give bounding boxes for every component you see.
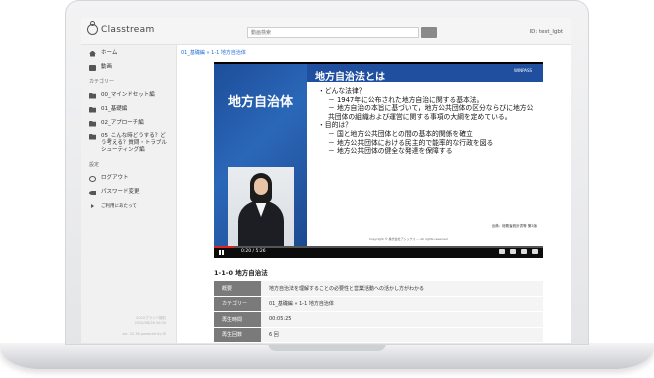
video-player[interactable]: 地方自治体 地方自治法とは WINPASS ・どんな法律？ － 1947年に公布…	[214, 62, 543, 258]
key-icon	[89, 190, 96, 195]
slide-bullet: － 地方公共団体における民主的で能率的な行政を図る	[328, 138, 494, 147]
sidebar-item-video[interactable]: 動画	[81, 64, 176, 71]
top-bar: Classtream ID: test_lgbt	[81, 18, 571, 45]
main-content: 01_基礎編 » 1-1 地方自治体 地方自治体 地方自治法とは WINPASS	[177, 45, 571, 343]
slide-bullet: － 地方公共団体の健全な発達を保障する	[328, 147, 453, 156]
slide-copyright: Copyright © 株式会社アシックス — All rights reser…	[369, 237, 448, 241]
progress-bar[interactable]	[214, 246, 543, 248]
app-window: Classtream ID: test_lgbt ホーム 動画 カテゴリー 00…	[81, 18, 571, 343]
presenter-image	[228, 167, 294, 246]
slide-bullet: － 地方自治の本旨に基づいて，地方公共団体の区分ならびに地方公共団体の組織および…	[328, 104, 534, 121]
settings-icon[interactable]	[510, 249, 516, 254]
arrow-right-icon	[91, 204, 94, 208]
table-row: 再生時間 00:05:25	[214, 311, 543, 328]
fullscreen-icon[interactable]	[532, 249, 538, 254]
table-row: 概要 地方自治法を理解することの必要性と営業活動への活かし方がわかる	[214, 281, 543, 297]
time-display: 0:20 / 5:26	[241, 249, 266, 254]
home-icon	[89, 50, 96, 57]
info-value: 地方自治法を理解することの必要性と営業活動への活かし方がわかる	[261, 281, 543, 297]
video-title: 1-1-0 地方自治法	[214, 269, 268, 277]
sidebar-item-label: ログアウト	[101, 175, 129, 181]
sidebar-category-approach[interactable]: 02_アプローチ編	[81, 120, 176, 127]
search-input[interactable]	[247, 27, 419, 38]
pip-icon[interactable]	[521, 249, 527, 254]
sidebar-item-password[interactable]: パスワード変更	[81, 189, 176, 196]
sidebar-item-label: パスワード変更	[101, 189, 140, 195]
progress-fill	[214, 246, 234, 248]
footer-line: ver. 52.36 powered by IR	[122, 332, 166, 336]
sidebar-category-basics[interactable]: 01_基礎編	[81, 106, 176, 113]
presenter-face	[254, 178, 268, 195]
sidebar-item-label: 00_マインドセット編	[101, 92, 155, 98]
info-key: カテゴリー	[214, 296, 261, 312]
folder-icon	[89, 120, 96, 127]
video-frame: 地方自治体 地方自治法とは WINPASS ・どんな法律？ － 1947年に公布…	[214, 64, 543, 246]
slide-bullet: － 1947年に公布された地方自治に関する基本法。	[328, 95, 484, 104]
folder-icon	[89, 106, 96, 113]
sidebar-item-label: 02_アプローチ編	[101, 120, 144, 126]
video-icon	[89, 64, 96, 71]
user-id: ID: test_lgbt	[529, 29, 563, 35]
settings-heading: 設定	[89, 162, 100, 168]
slide-bullet: ・目的は？	[318, 121, 352, 130]
slide-logo: WINPASS	[514, 68, 533, 73]
breadcrumb-current[interactable]: 1-1 地方自治体	[211, 50, 246, 56]
sidebar-item-label: 01_基礎編	[101, 106, 128, 112]
folder-icon	[89, 133, 96, 140]
sidebar-item-label: ご利用にあたって	[101, 204, 137, 209]
logo[interactable]: Classtream	[87, 21, 155, 35]
info-value: 01_基礎編 » 1-1 地方自治体	[261, 296, 543, 312]
player-icons	[499, 249, 538, 254]
pause-icon[interactable]	[219, 250, 221, 255]
breadcrumb-link[interactable]: 01_基礎編	[181, 50, 205, 56]
table-row: 再生回数 6 回	[214, 327, 543, 343]
slide-bullet: ・どんな法律？	[318, 87, 366, 95]
info-key: 再生時間	[214, 311, 261, 328]
category-heading: カテゴリー	[89, 79, 115, 85]
info-value: 6 回	[261, 327, 543, 343]
folder-icon	[89, 92, 96, 99]
sidebar-item-home[interactable]: ホーム	[81, 50, 176, 57]
info-key: 再生回数	[214, 327, 261, 343]
search-button[interactable]	[421, 27, 437, 38]
sidebar-category-mindset[interactable]: 00_マインドセット編	[81, 92, 176, 99]
slide-bullet: － 国と地方公共団体との間の基本的関係を確立	[328, 129, 473, 138]
slide-left-panel: 地方自治体	[214, 64, 307, 246]
volume-icon[interactable]	[499, 249, 505, 254]
sidebar-item-label: 動画	[101, 64, 113, 70]
sidebar-category-troubleshooting[interactable]: 05_こんな時どうする？どう考える？質問・トラブルシューティング編	[81, 133, 176, 154]
sidebar-item-logout[interactable]: ログアウト	[81, 175, 176, 182]
footer-line: 2020/08/26 00:00	[134, 321, 166, 325]
player-controls: 0:20 / 5:26	[214, 246, 543, 258]
slide-left-title: 地方自治体	[227, 95, 293, 110]
info-value: 00:05:25	[261, 311, 543, 328]
slide-source: 出典：総務省統計書等 第2版	[491, 224, 537, 228]
sidebar-item-label: 05_こんな時どうする？どう考える？質問・トラブルシューティング編	[101, 133, 167, 153]
logo-icon	[87, 21, 98, 35]
slide-bullets: ・どんな法律？ － 1947年に公布された地方自治に関する基本法。 － 地方自治…	[318, 87, 540, 156]
table-row: カテゴリー 01_基礎編 » 1-1 地方自治体	[214, 296, 543, 312]
video-info-table: 概要 地方自治法を理解することの必要性と営業活動への活かし方がわかる カテゴリー 0…	[214, 281, 543, 343]
sidebar-footer: 2020プライバ規約 2020/08/26 00:00 ver. 52.36 p…	[81, 316, 176, 337]
breadcrumb: 01_基礎編 » 1-1 地方自治体	[181, 49, 246, 56]
logo-text: Classtream	[101, 24, 155, 35]
logout-icon	[89, 175, 96, 182]
sidebar-item-label: ホーム	[101, 50, 118, 56]
slide-title: 地方自治法とは	[315, 72, 385, 83]
sidebar-item-terms[interactable]: ご利用にあたって	[81, 203, 176, 210]
info-key: 概要	[214, 281, 261, 297]
sidebar: ホーム 動画 カテゴリー 00_マインドセット編 01_基礎編 02_アプローチ…	[81, 45, 177, 343]
